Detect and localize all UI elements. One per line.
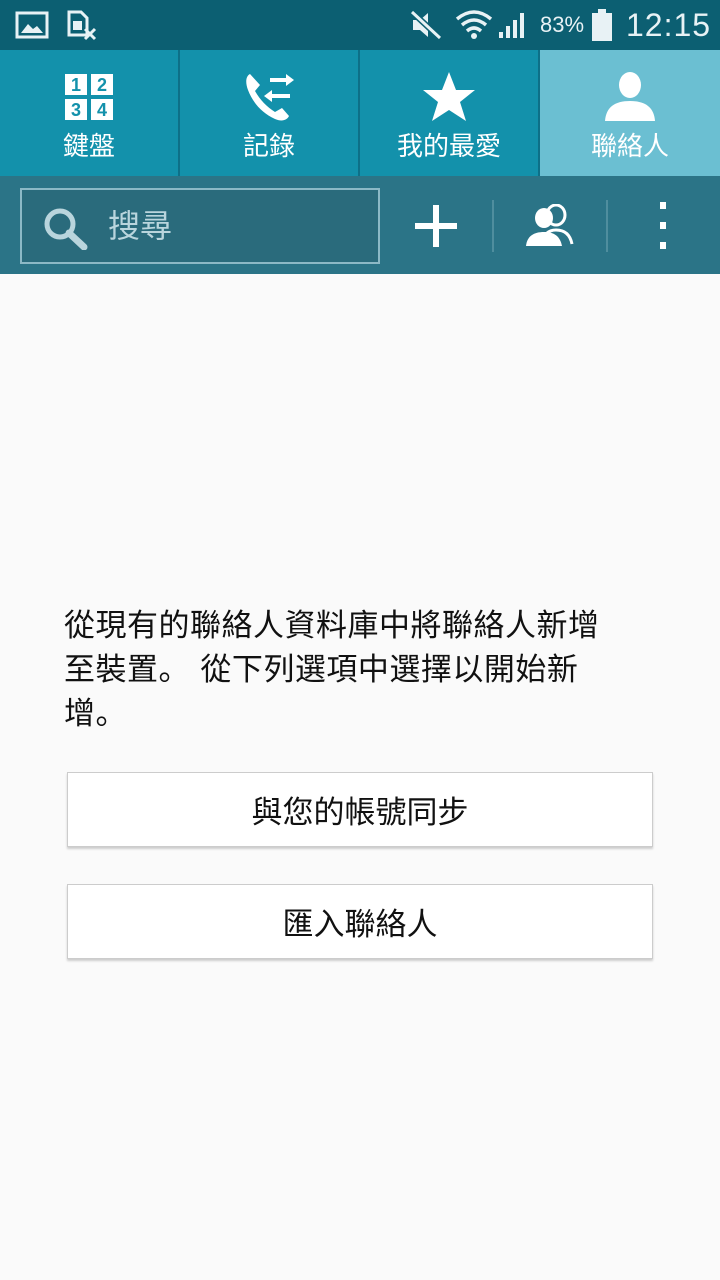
tab-label-keypad: 鍵盤 — [62, 132, 115, 162]
more-options-button[interactable] — [630, 188, 696, 264]
tab-label-call-log: 記錄 — [242, 132, 295, 162]
svg-text:1: 1 — [71, 75, 81, 95]
search-input[interactable]: 搜尋 — [20, 188, 380, 264]
signal-icon — [496, 0, 530, 50]
empty-state-message: 從現有的聯絡人資料庫中將聯絡人新增 至裝置。 從下列選項中選擇以開始新 增。 — [64, 604, 664, 736]
tab-favorites[interactable]: 我的最愛 — [360, 50, 540, 176]
svg-text:4: 4 — [97, 100, 107, 120]
overflow-menu-icon — [660, 202, 666, 249]
add-contact-button[interactable] — [398, 188, 474, 264]
message-line: 增。 — [64, 696, 127, 732]
toolbar: 搜尋 — [0, 176, 720, 274]
message-line: 從現有的聯絡人資料庫中將聯絡人新增 — [64, 608, 600, 644]
tab-bar: 1 2 3 4 鍵盤 記錄 我的最愛 聯絡人 — [0, 50, 720, 176]
person-icon — [600, 68, 660, 126]
tab-keypad[interactable]: 1 2 3 4 鍵盤 — [0, 50, 180, 176]
groups-button[interactable] — [512, 188, 588, 264]
keypad-icon: 1 2 3 4 — [59, 68, 119, 126]
toolbar-divider — [606, 200, 608, 252]
wifi-icon — [454, 0, 494, 50]
import-contacts-button[interactable]: 匯入聯絡人 — [67, 884, 653, 959]
groups-icon — [526, 204, 574, 246]
sync-account-button[interactable]: 與您的帳號同步 — [67, 772, 653, 847]
battery-icon — [590, 0, 614, 50]
tab-label-contacts: 聯絡人 — [590, 132, 669, 162]
status-bar: 83% 12:15 — [0, 0, 720, 50]
search-placeholder: 搜尋 — [108, 207, 173, 245]
star-icon — [419, 68, 479, 126]
toolbar-divider — [492, 200, 494, 252]
message-line: 至裝置。 從下列選項中選擇以開始新 — [64, 652, 579, 688]
gallery-icon — [14, 0, 50, 50]
call-log-icon — [239, 68, 299, 126]
svg-text:3: 3 — [71, 100, 81, 120]
clock: 12:15 — [626, 7, 712, 43]
tab-contacts[interactable]: 聯絡人 — [540, 50, 720, 176]
mute-icon — [408, 0, 444, 50]
svg-text:2: 2 — [97, 75, 107, 95]
tab-call-log[interactable]: 記錄 — [180, 50, 360, 176]
tab-label-favorites: 我的最愛 — [396, 132, 501, 162]
sim-error-icon — [64, 0, 98, 50]
plus-icon — [415, 205, 457, 247]
battery-percent: 83% — [540, 12, 585, 37]
search-icon — [42, 206, 90, 251]
